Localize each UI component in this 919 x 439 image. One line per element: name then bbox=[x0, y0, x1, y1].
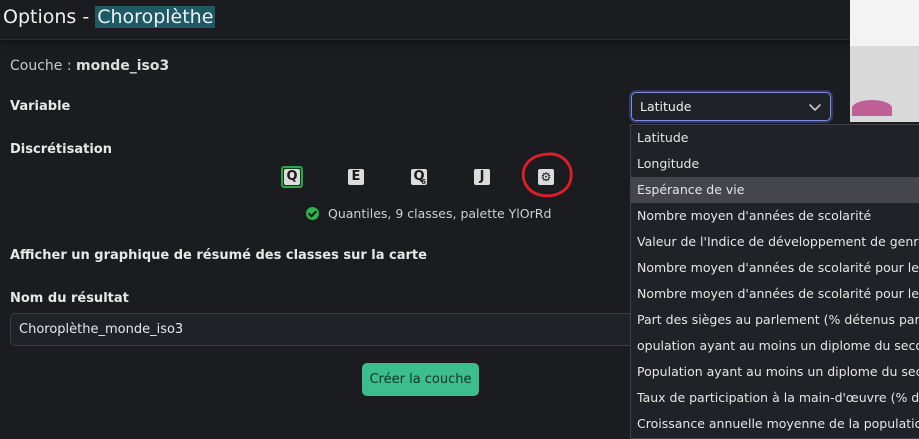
dropdown-option[interactable]: Croissance annuelle moyenne de la popula… bbox=[631, 411, 919, 437]
q6-button[interactable]: Q6 bbox=[408, 166, 430, 188]
choropleth-options-dialog: { "header": { "title_prefix": "Options -… bbox=[0, 0, 919, 439]
create-layer-button[interactable]: Créer la couche bbox=[362, 363, 479, 396]
variable-label: Variable bbox=[10, 99, 71, 114]
variable-select[interactable]: Latitude bbox=[631, 92, 831, 121]
title-highlight: Choroplèthe bbox=[95, 6, 216, 28]
dropdown-option[interactable]: Nombre moyen d'années de scolarité bbox=[631, 203, 919, 229]
result-name-input[interactable] bbox=[11, 314, 649, 345]
result-name-label: Nom du résultat bbox=[10, 291, 129, 306]
dropdown-option[interactable]: Taux de participation à la main-d'œuvre … bbox=[631, 385, 919, 411]
check-circle-icon bbox=[306, 207, 319, 220]
map-background bbox=[850, 0, 919, 46]
layer-name: monde_iso3 bbox=[76, 58, 170, 74]
jenks-icon: J bbox=[474, 169, 490, 185]
map-country-shape bbox=[852, 100, 892, 116]
q6-icon: Q6 bbox=[411, 169, 427, 186]
equal-interval-icon: E bbox=[348, 169, 364, 185]
layer-label: Couche : bbox=[10, 58, 72, 74]
variable-dropdown-list[interactable]: Latitude Longitude Espérance de vie Nomb… bbox=[630, 124, 919, 439]
dialog-header: Options - Choroplèthe bbox=[0, 0, 850, 40]
dropdown-option-hovered[interactable]: Espérance de vie bbox=[631, 177, 919, 203]
layer-info: Couche : monde_iso3 bbox=[10, 58, 169, 74]
summary-chart-label: Afficher un graphique de résumé des clas… bbox=[10, 248, 427, 263]
variable-selected-value: Latitude bbox=[640, 99, 692, 114]
dropdown-option[interactable]: Nombre moyen d'années de scolarité pour … bbox=[631, 281, 919, 307]
dialog-title: Options - Choroplèthe bbox=[3, 6, 216, 28]
dropdown-option[interactable]: Latitude bbox=[631, 125, 919, 151]
quantiles-icon: Q bbox=[284, 169, 300, 185]
dropdown-option[interactable]: Population ayant au moins un diplome du … bbox=[631, 359, 919, 385]
discretisation-status-text: Quantiles, 9 classes, palette YlOrRd bbox=[328, 206, 552, 221]
dropdown-option[interactable]: Part des sièges au parlement (% détenus … bbox=[631, 307, 919, 333]
chevron-down-icon bbox=[809, 104, 821, 111]
dropdown-option[interactable]: Longitude bbox=[631, 151, 919, 177]
equal-interval-button[interactable]: E bbox=[345, 166, 367, 188]
discretisation-label: Discrétisation bbox=[10, 142, 112, 157]
annotation-circle-icon bbox=[521, 152, 573, 198]
q6-subscript: 6 bbox=[421, 178, 426, 186]
jenks-button[interactable]: J bbox=[471, 166, 493, 188]
discretisation-status: Quantiles, 9 classes, palette YlOrRd bbox=[306, 206, 551, 221]
dropdown-option[interactable]: opulation ayant au moins un diplome du s… bbox=[631, 333, 919, 359]
result-name-field[interactable] bbox=[10, 313, 650, 346]
dropdown-option[interactable]: Nombre moyen d'années de scolarité pour … bbox=[631, 255, 919, 281]
map-preview-fragment bbox=[850, 0, 919, 122]
quantiles-button[interactable]: Q bbox=[281, 166, 303, 188]
dropdown-option[interactable]: Valeur de l'Indice de développement de g… bbox=[631, 229, 919, 255]
title-prefix: Options - bbox=[3, 6, 96, 28]
